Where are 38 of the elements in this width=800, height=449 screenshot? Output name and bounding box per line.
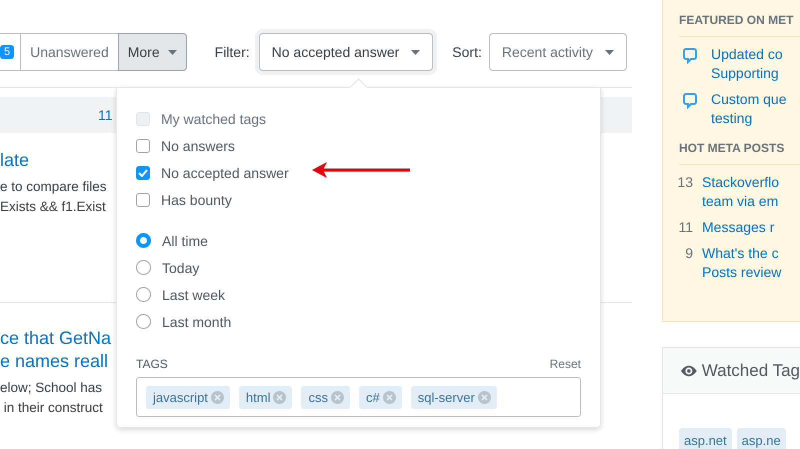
radio-label[interactable]: All time	[162, 232, 208, 248]
radio-label[interactable]: Today	[162, 260, 200, 276]
checkbox-label[interactable]: No answers	[161, 138, 235, 154]
meta-post-link[interactable]: What's the c Posts review	[702, 244, 782, 282]
sort-select[interactable]: Recent activity	[488, 33, 627, 71]
checkbox-label[interactable]: No accepted answer	[161, 164, 289, 180]
meta-post-link[interactable]: Stackoverflo team via em	[702, 173, 780, 211]
count-badge: 5	[0, 45, 14, 59]
radio-label[interactable]: Last month	[162, 314, 232, 330]
question-excerpt: e to compare files Exists && f1.Exist	[0, 178, 107, 216]
featured-link[interactable]: Custom que testing	[711, 90, 786, 128]
tag-chip[interactable]: asp.net	[679, 428, 732, 449]
question-title[interactable]: late	[0, 149, 30, 172]
post-score: 11	[677, 218, 693, 237]
tag-chip[interactable]: html	[238, 386, 292, 408]
checkbox-label[interactable]: Has bounty	[161, 192, 232, 208]
post-score: 13	[676, 173, 693, 192]
question-title[interactable]: ce that GetNa e names reall	[0, 327, 112, 373]
tag-chip[interactable]: javascript	[146, 386, 230, 408]
tags-heading: TAGS	[136, 357, 168, 371]
question-excerpt: elow; School has in their construct	[0, 379, 103, 417]
tag-chip[interactable]: css	[301, 386, 350, 408]
tag-chip[interactable]: c#	[358, 386, 402, 408]
more-menu-button[interactable]: More	[118, 33, 187, 71]
filter-label: Filter:	[214, 44, 250, 60]
featured-link[interactable]: Updated co Supporting	[711, 45, 783, 83]
sort-label: Sort:	[452, 44, 482, 60]
reset-link[interactable]: Reset	[550, 357, 581, 371]
tag-chip[interactable]: sql-server	[410, 386, 497, 408]
tag-chip[interactable]: asp.ne	[736, 428, 786, 449]
section-heading: HOT META POSTS	[679, 141, 800, 165]
meta-post-link[interactable]: Messages r	[702, 218, 774, 237]
radio-label[interactable]: Last week	[162, 286, 226, 302]
section-heading: FEATURED ON MET	[679, 13, 800, 37]
post-score: 9	[684, 244, 693, 263]
widget-title: Watched Tag	[702, 360, 800, 380]
tags-field[interactable]: javascript html css c# sql-server	[136, 377, 581, 417]
count-link[interactable]: 11	[98, 107, 113, 123]
